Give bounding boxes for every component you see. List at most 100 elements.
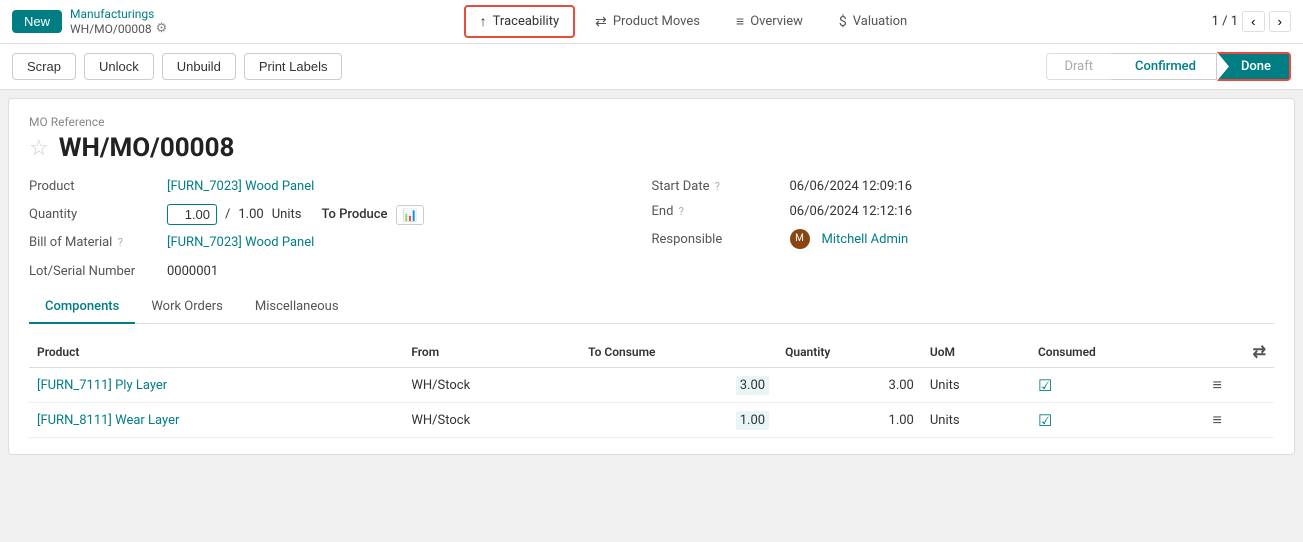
tab-work-orders[interactable]: Work Orders bbox=[135, 291, 239, 324]
mo-title: ☆ WH/MO/00008 bbox=[29, 133, 1274, 163]
end-field: End ? 06/06/2024 12:12:16 bbox=[652, 204, 1275, 219]
qty-total: 1.00 bbox=[238, 207, 263, 222]
bom-help-icon[interactable]: ? bbox=[118, 236, 123, 249]
cell-from: WH/Stock bbox=[403, 368, 580, 403]
status-done[interactable]: Done bbox=[1217, 52, 1291, 81]
consumed-checkbox[interactable]: ☑ bbox=[1038, 411, 1052, 430]
col-quantity: Quantity bbox=[777, 336, 922, 368]
valuation-icon: $ bbox=[839, 14, 847, 30]
cell-to-consume: 1.00 bbox=[580, 403, 777, 438]
new-button[interactable]: New bbox=[12, 10, 62, 33]
product-field: Product [FURN_7023] Wood Panel bbox=[29, 179, 652, 194]
scrap-button[interactable]: Scrap bbox=[12, 53, 76, 80]
pagination: 1 / 1 ‹ › bbox=[1212, 11, 1291, 32]
top-bar: New Manufacturings WH/MO/00008 ⚙ ↑ Trace… bbox=[0, 0, 1303, 44]
responsible-label: Responsible bbox=[652, 232, 782, 247]
end-help-icon[interactable]: ? bbox=[679, 205, 684, 218]
table-row: [FURN_7111] Ply Layer WH/Stock 3.00 3.00… bbox=[29, 368, 1274, 403]
cell-quantity: 1.00 bbox=[777, 403, 922, 438]
overview-icon: ≡ bbox=[736, 13, 744, 30]
mo-ref-label: MO Reference bbox=[29, 115, 1274, 129]
lines-icon[interactable]: ≡ bbox=[1212, 375, 1221, 394]
cell-quantity: 3.00 bbox=[777, 368, 922, 403]
start-date-help-icon[interactable]: ? bbox=[715, 180, 720, 193]
tab-product-moves[interactable]: ⇄ Product Moves bbox=[579, 5, 716, 38]
adjust-icon[interactable]: ⇄ bbox=[1253, 342, 1266, 361]
start-date-label: Start Date ? bbox=[652, 179, 782, 194]
form-right: Start Date ? 06/06/2024 12:09:16 End ? 0… bbox=[652, 179, 1275, 279]
quantity-input[interactable] bbox=[167, 204, 217, 225]
table-row: [FURN_8111] Wear Layer WH/Stock 1.00 1.0… bbox=[29, 403, 1274, 438]
tab-traceability[interactable]: ↑ Traceability bbox=[464, 5, 575, 38]
quantity-field: Quantity / 1.00 Units To Produce 📊 bbox=[29, 204, 652, 225]
to-produce-label: To Produce bbox=[321, 207, 387, 222]
col-from: From bbox=[403, 336, 580, 368]
cell-uom: Units bbox=[922, 368, 1030, 403]
traceability-icon: ↑ bbox=[480, 13, 487, 30]
status-confirmed[interactable]: Confirmed bbox=[1111, 53, 1217, 80]
cell-product: [FURN_7111] Ply Layer bbox=[29, 368, 403, 403]
responsible-value[interactable]: Mitchell Admin bbox=[822, 232, 909, 247]
breadcrumb-current: WH/MO/00008 ⚙ bbox=[70, 21, 167, 36]
lot-label: Lot/Serial Number bbox=[29, 264, 159, 279]
col-to-consume: To Consume bbox=[580, 336, 777, 368]
avatar: M bbox=[790, 229, 810, 249]
lines-icon[interactable]: ≡ bbox=[1212, 410, 1221, 429]
mo-number: WH/MO/00008 bbox=[59, 133, 235, 163]
tab-overview[interactable]: ≡ Overview bbox=[720, 5, 819, 38]
tab-components[interactable]: Components bbox=[29, 291, 135, 324]
cell-lines: ≡ bbox=[1204, 368, 1274, 403]
product-value[interactable]: [FURN_7023] Wood Panel bbox=[167, 179, 314, 194]
status-bar: Draft Confirmed Done bbox=[1046, 52, 1292, 81]
star-icon[interactable]: ☆ bbox=[29, 136, 49, 161]
cell-uom: Units bbox=[922, 403, 1030, 438]
responsible-field: Responsible M Mitchell Admin bbox=[652, 229, 1275, 249]
gear-icon[interactable]: ⚙ bbox=[156, 21, 168, 36]
components-table: Product From To Consume Quantity UoM Con… bbox=[29, 336, 1274, 438]
product-link[interactable]: [FURN_7111] Ply Layer bbox=[37, 378, 167, 393]
lot-value: 0000001 bbox=[167, 264, 218, 279]
lot-field: Lot/Serial Number 0000001 bbox=[29, 264, 652, 279]
action-bar: Scrap Unlock Unbuild Print Labels Draft … bbox=[0, 44, 1303, 90]
quantity-label: Quantity bbox=[29, 207, 159, 222]
form-left: Product [FURN_7023] Wood Panel Quantity … bbox=[29, 179, 652, 279]
form-grid: Product [FURN_7023] Wood Panel Quantity … bbox=[29, 179, 1274, 279]
tab-miscellaneous[interactable]: Miscellaneous bbox=[239, 291, 355, 324]
col-adjust: ⇄ bbox=[1204, 336, 1274, 368]
breadcrumb-parent[interactable]: Manufacturings bbox=[70, 7, 167, 21]
bom-value[interactable]: [FURN_7023] Wood Panel bbox=[167, 235, 314, 250]
cell-lines: ≡ bbox=[1204, 403, 1274, 438]
cell-to-consume: 3.00 bbox=[580, 368, 777, 403]
next-button[interactable]: › bbox=[1269, 11, 1291, 32]
consumed-checkbox[interactable]: ☑ bbox=[1038, 376, 1052, 395]
qty-separator: / bbox=[225, 207, 230, 222]
cell-consumed: ☑ bbox=[1030, 368, 1205, 403]
product-link[interactable]: [FURN_8111] Wear Layer bbox=[37, 413, 179, 428]
cell-consumed: ☑ bbox=[1030, 403, 1205, 438]
nav-tabs: ↑ Traceability ⇄ Product Moves ≡ Overvie… bbox=[183, 5, 1203, 38]
tab-bar: Components Work Orders Miscellaneous bbox=[29, 291, 1274, 324]
status-draft[interactable]: Draft bbox=[1046, 53, 1112, 80]
start-date-field: Start Date ? 06/06/2024 12:09:16 bbox=[652, 179, 1275, 194]
breadcrumb: Manufacturings WH/MO/00008 ⚙ bbox=[70, 7, 167, 36]
product-moves-icon: ⇄ bbox=[595, 14, 607, 30]
unit-label: Units bbox=[272, 207, 302, 222]
print-labels-button[interactable]: Print Labels bbox=[244, 53, 343, 80]
end-value: 06/06/2024 12:12:16 bbox=[790, 204, 913, 219]
product-label: Product bbox=[29, 179, 159, 194]
main-content: MO Reference ☆ WH/MO/00008 Product [FURN… bbox=[8, 98, 1295, 455]
unlock-button[interactable]: Unlock bbox=[84, 53, 154, 80]
bom-label: Bill of Material ? bbox=[29, 235, 159, 250]
chart-button[interactable]: 📊 bbox=[396, 205, 425, 225]
start-date-value: 06/06/2024 12:09:16 bbox=[790, 179, 913, 194]
cell-product: [FURN_8111] Wear Layer bbox=[29, 403, 403, 438]
col-consumed: Consumed bbox=[1030, 336, 1205, 368]
prev-button[interactable]: ‹ bbox=[1242, 11, 1264, 32]
unbuild-button[interactable]: Unbuild bbox=[162, 53, 236, 80]
cell-from: WH/Stock bbox=[403, 403, 580, 438]
tab-valuation[interactable]: $ Valuation bbox=[823, 5, 923, 38]
bom-field: Bill of Material ? [FURN_7023] Wood Pane… bbox=[29, 235, 652, 250]
end-label: End ? bbox=[652, 204, 782, 219]
col-product: Product bbox=[29, 336, 403, 368]
col-uom: UoM bbox=[922, 336, 1030, 368]
